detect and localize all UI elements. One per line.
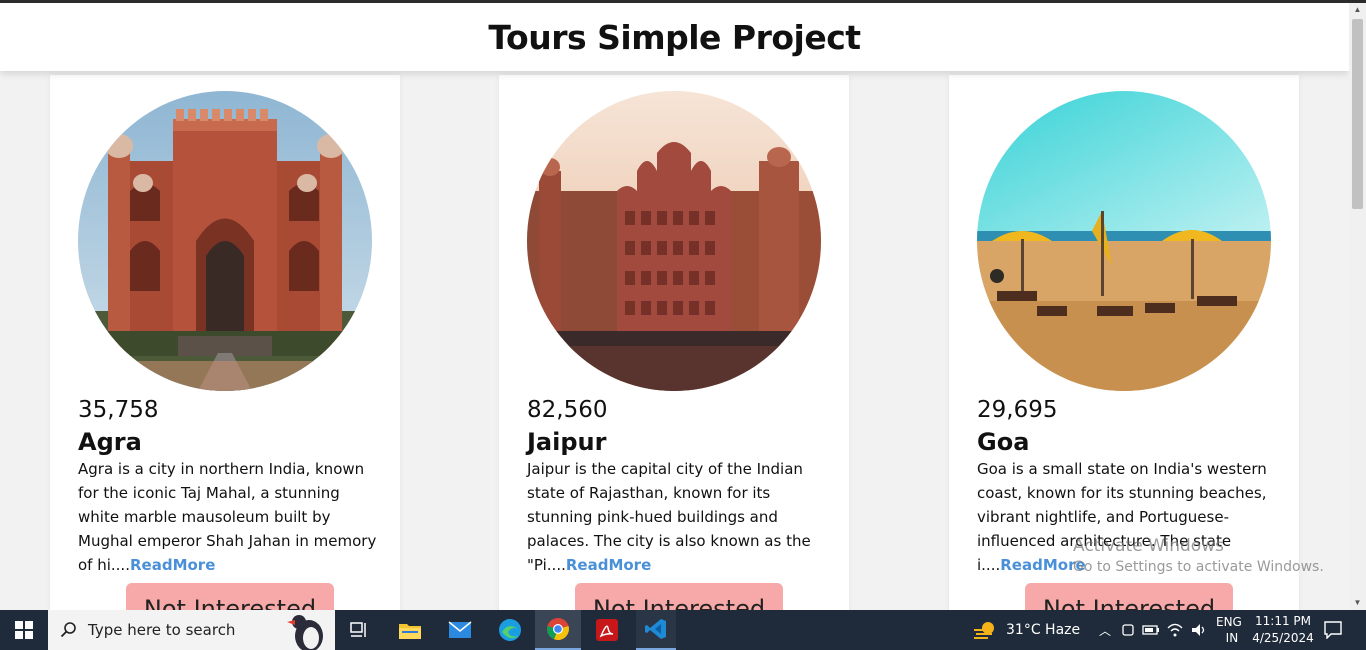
tour-card-goa: 29,695 Goa Goa is a small state on India… <box>949 75 1299 610</box>
taskbar-search-box[interactable]: Type here to search <box>48 610 335 650</box>
tour-count: 82,560 <box>527 397 608 423</box>
vscode-button[interactable] <box>636 610 676 650</box>
weather-widget[interactable]: 31°C Haze <box>972 610 1080 650</box>
language-indicator[interactable]: ENG IN <box>1216 610 1242 650</box>
tour-card-jaipur: 82,560 Jaipur Jaipur is the capital city… <box>499 75 849 610</box>
read-more-link[interactable]: ReadMore <box>130 556 215 574</box>
scroll-down-icon[interactable]: ▼ <box>1349 596 1366 610</box>
meet-now-icon[interactable] <box>1120 622 1136 638</box>
file-explorer-button[interactable] <box>390 610 430 650</box>
notification-icon <box>1324 621 1342 639</box>
mail-button[interactable] <box>440 610 480 650</box>
task-view-button[interactable] <box>340 610 380 650</box>
clock[interactable]: 11:11 PM 4/25/2024 <box>1252 610 1314 650</box>
watermark-title: Activate Windows <box>1073 536 1224 556</box>
chrome-button[interactable] <box>535 610 581 650</box>
windows-taskbar: Type here to search 31°C Haze ︿ ENG IN 1… <box>0 610 1366 650</box>
browser-viewport: Tours Simple Project 35,758 Agra Agra is… <box>0 3 1349 610</box>
clock-date: 4/25/2024 <box>1252 631 1314 645</box>
chrome-browser-icon <box>547 618 569 641</box>
scroll-up-icon[interactable]: ▲ <box>1349 3 1366 17</box>
page-scrollbar[interactable]: ▲ ▼ <box>1349 3 1366 610</box>
penguin-decoration-icon <box>287 615 323 650</box>
tour-image-goa <box>977 91 1271 391</box>
haze-weather-icon <box>974 622 994 639</box>
not-interested-button[interactable]: Not Interested <box>575 583 783 610</box>
folder-icon <box>399 624 421 639</box>
start-button[interactable] <box>0 610 48 650</box>
page-header: Tours Simple Project <box>0 3 1349 71</box>
battery-icon[interactable] <box>1142 623 1160 637</box>
pdf-reader-icon <box>596 619 618 641</box>
code-editor-icon <box>645 619 666 639</box>
tour-description: Jaipur is the capital city of the Indian… <box>527 457 827 577</box>
not-interested-button[interactable]: Not Interested <box>126 583 334 610</box>
tour-city: Jaipur <box>527 428 607 456</box>
clock-time: 11:11 PM <box>1255 614 1311 628</box>
windows-logo-icon <box>15 621 33 639</box>
language-code: ENG <box>1216 615 1242 629</box>
tour-description-text: Agra is a city in northern India, known … <box>78 460 377 574</box>
tour-image-jaipur <box>527 91 821 391</box>
chevron-up-icon[interactable]: ︿ <box>1096 622 1114 639</box>
system-tray-icons: ︿ <box>1096 610 1208 650</box>
edge-button[interactable] <box>490 610 530 650</box>
tour-city: Agra <box>78 428 142 456</box>
tour-count: 29,695 <box>977 397 1058 423</box>
acrobat-button[interactable] <box>587 610 627 650</box>
search-icon <box>60 622 76 638</box>
volume-icon[interactable] <box>1190 622 1208 638</box>
watermark-subtitle: Go to Settings to activate Windows. <box>1073 559 1324 575</box>
scrollbar-thumb[interactable] <box>1352 19 1363 209</box>
weather-text: 31°C Haze <box>1006 622 1081 638</box>
activate-windows-watermark: Activate Windows Go to Settings to activ… <box>1073 535 1324 577</box>
search-placeholder: Type here to search <box>88 621 236 639</box>
wifi-icon[interactable] <box>1166 622 1184 638</box>
tour-card-agra: 35,758 Agra Agra is a city in northern I… <box>50 75 400 610</box>
edge-browser-icon <box>499 619 521 641</box>
notifications-button[interactable] <box>1318 610 1348 650</box>
mail-icon <box>448 621 472 638</box>
page-title: Tours Simple Project <box>488 17 861 57</box>
read-more-link[interactable]: ReadMore <box>566 556 651 574</box>
not-interested-button[interactable]: Not Interested <box>1025 583 1233 610</box>
tour-count: 35,758 <box>78 397 159 423</box>
region-code: IN <box>1225 631 1239 645</box>
tour-description: Agra is a city in northern India, known … <box>78 457 378 577</box>
tour-city: Goa <box>977 428 1030 456</box>
task-view-icon <box>350 622 366 637</box>
tour-image-agra <box>78 91 372 391</box>
